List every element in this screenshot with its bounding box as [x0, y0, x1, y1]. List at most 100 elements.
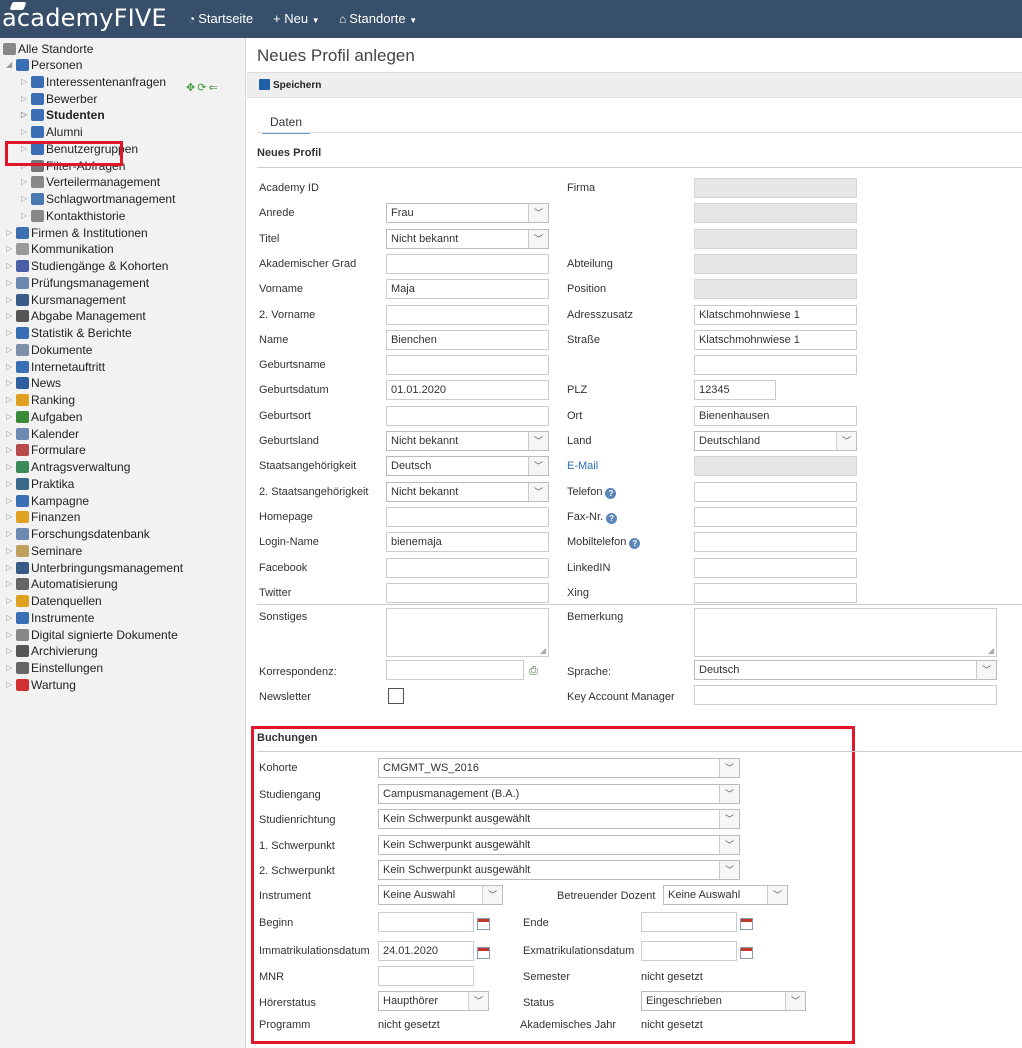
sidebar-item-statistik-berichte[interactable]: ▷ Statistik & Berichte — [6, 325, 132, 341]
sidebar-item-studenten[interactable]: ▷ Studenten — [21, 107, 105, 123]
collapse-arrow-icon[interactable]: ⇐ — [208, 82, 219, 94]
immatrikulation-date-input[interactable]: 24.01.2020 — [378, 941, 474, 961]
profile_left-input[interactable] — [386, 355, 549, 376]
sidebar-item-archivierung[interactable]: ▷ Archivierung — [6, 643, 98, 659]
tree-expand-icon[interactable]: ▷ — [6, 476, 15, 492]
address-book-icon[interactable]: ⎙ — [529, 665, 538, 678]
tree-expand-icon[interactable]: ▷ — [6, 677, 15, 693]
studiengang-select[interactable]: Campusmanagement (B.A.) ﹀ — [378, 784, 740, 804]
tree-expand-icon[interactable]: ▷ — [6, 308, 15, 324]
key-account-input[interactable] — [694, 685, 997, 705]
sidebar-item-interessentenanfragen[interactable]: ▷ Interessentenanfragen — [21, 74, 166, 90]
tree-expand-icon[interactable]: ▷ — [21, 107, 30, 123]
tree-expand-icon[interactable]: ▷ — [6, 359, 15, 375]
profile_left-input[interactable] — [386, 506, 549, 527]
profile_right-input[interactable] — [694, 506, 857, 527]
tree-expand-icon[interactable]: ▷ — [21, 124, 30, 140]
profile_right-input[interactable] — [694, 582, 857, 603]
sidebar-item-kampagne[interactable]: ▷ Kampagne — [6, 493, 89, 509]
tree-expand-icon[interactable]: ▷ — [6, 325, 15, 341]
profile_left-select[interactable]: Deutsch ﹀ — [386, 456, 549, 477]
sidebar-item-wartung[interactable]: ▷ Wartung — [6, 677, 76, 693]
sidebar-item-antragsverwaltung[interactable]: ▷ Antragsverwaltung — [6, 459, 130, 475]
sidebar-item-kontakthistorie[interactable]: ▷ Kontakthistorie — [21, 208, 125, 224]
nav-startseite[interactable]: ◔ Startseite — [188, 11, 253, 26]
profile_left-select[interactable]: Frau ﹀ — [386, 203, 549, 224]
help-icon[interactable]: ? — [606, 512, 618, 524]
tab-daten[interactable]: Daten — [262, 112, 311, 134]
help-icon[interactable]: ? — [605, 487, 617, 499]
profile_left-input[interactable] — [386, 557, 549, 578]
bemerkung-textarea[interactable]: ◢ — [694, 608, 997, 657]
sidebar-item-bewerber[interactable]: ▷ Bewerber — [21, 91, 97, 107]
profile_right-field-label[interactable]: E-Mail — [567, 460, 598, 472]
sonstiges-textarea[interactable]: ◢ — [386, 608, 549, 657]
profile_right-input[interactable]: Klatschmohnwiese 1 — [694, 329, 857, 350]
sidebar-item-abgabe-management[interactable]: ▷ Abgabe Management — [6, 308, 146, 324]
sidebar-item-aufgaben[interactable]: ▷ Aufgaben — [6, 409, 82, 425]
profile_left-input[interactable]: bienemaja — [386, 532, 549, 553]
sidebar-item-automatisierung[interactable]: ▷ Automatisierung — [6, 576, 118, 592]
profile_right-input[interactable]: Klatschmohnwiese 1 — [694, 304, 857, 325]
sidebar-item-unterbringungsmanagement[interactable]: ▷ Unterbringungsmanagement — [6, 560, 183, 576]
tree-expand-icon[interactable]: ▷ — [6, 459, 15, 475]
tree-expand-icon[interactable]: ▷ — [6, 610, 15, 626]
sidebar-item-schlagwortmanagement[interactable]: ▷ Schlagwortmanagement — [21, 191, 175, 207]
mnr-input[interactable] — [378, 966, 474, 986]
resize-grip-icon[interactable]: ◢ — [988, 646, 994, 655]
sidebar-item-alumni[interactable]: ▷ Alumni — [21, 124, 83, 140]
sidebar-item-finanzen[interactable]: ▷ Finanzen — [6, 509, 80, 525]
calendar-icon[interactable] — [477, 918, 490, 930]
save-button[interactable]: Speichern — [259, 79, 321, 91]
instrument-select[interactable]: Keine Auswahl ﹀ — [378, 885, 503, 905]
hoererstatus-select[interactable]: Haupthörer ﹀ — [378, 991, 489, 1011]
tree-expand-icon[interactable]: ▷ — [6, 660, 15, 676]
tree-expand-icon[interactable]: ▷ — [6, 543, 15, 559]
sidebar-item-dokumente[interactable]: ▷ Dokumente — [6, 342, 92, 358]
sidebar-item-forschungsdatenbank[interactable]: ▷ Forschungsdatenbank — [6, 526, 150, 542]
sidebar-item-studiengänge-kohorten[interactable]: ▷ Studiengänge & Kohorten — [6, 258, 168, 274]
ende-date-input[interactable] — [641, 912, 737, 932]
profile_left-input[interactable]: 01.01.2020 — [386, 380, 549, 401]
sidebar-item-internetauftritt[interactable]: ▷ Internetauftritt — [6, 359, 105, 375]
sidebar-item-kalender[interactable]: ▷ Kalender — [6, 426, 79, 442]
profile_right-input[interactable] — [694, 355, 857, 376]
calendar-icon[interactable] — [740, 918, 753, 930]
tree-expand-icon[interactable]: ▷ — [6, 576, 15, 592]
tree-expand-icon[interactable]: ▷ — [21, 74, 30, 90]
tree-expand-icon[interactable]: ▷ — [21, 174, 30, 190]
sidebar-item-kommunikation[interactable]: ▷ Kommunikation — [6, 241, 114, 257]
academyfive-logo[interactable]: academyFIVE — [2, 2, 167, 32]
tree-expand-icon[interactable]: ▷ — [6, 643, 15, 659]
schwerpunkt2-select[interactable]: Kein Schwerpunkt ausgewählt ﹀ — [378, 860, 740, 880]
sidebar-item-instrumente[interactable]: ▷ Instrumente — [6, 610, 94, 626]
profile_left-input[interactable] — [386, 582, 549, 603]
tree-expand-icon[interactable]: ▷ — [6, 493, 15, 509]
sidebar-item-formulare[interactable]: ▷ Formulare — [6, 442, 86, 458]
profile_right-input[interactable]: Bienenhausen — [694, 405, 857, 426]
profile_left-select[interactable]: Nicht bekannt ﹀ — [386, 481, 549, 502]
tree-expand-icon[interactable]: ▷ — [6, 526, 15, 542]
dozent-select[interactable]: Keine Auswahl ﹀ — [663, 885, 788, 905]
sprache-select[interactable]: Deutsch ﹀ — [694, 660, 997, 680]
tree-expand-icon[interactable]: ▷ — [6, 275, 15, 291]
tree-expand-icon[interactable]: ▷ — [6, 509, 15, 525]
profile_right-select[interactable]: Deutschland ﹀ — [694, 431, 857, 451]
tree-expand-icon[interactable]: ▷ — [6, 292, 15, 308]
expand-all-icon[interactable]: ✥ — [186, 82, 197, 94]
profile_left-input[interactable] — [386, 405, 549, 426]
sidebar-item-einstellungen[interactable]: ▷ Einstellungen — [6, 660, 103, 676]
sidebar-item-personen[interactable]: ◢ Personen — [6, 57, 82, 73]
status-select[interactable]: Eingeschrieben ﹀ — [641, 991, 806, 1011]
sidebar-item-kursmanagement[interactable]: ▷ Kursmanagement — [6, 292, 126, 308]
profile_left-input[interactable]: Maja — [386, 279, 549, 300]
profile_left-input[interactable] — [386, 304, 549, 325]
schwerpunkt1-select[interactable]: Kein Schwerpunkt ausgewählt ﹀ — [378, 835, 740, 855]
tree-expand-icon[interactable]: ▷ — [21, 191, 30, 207]
studienrichtung-select[interactable]: Kein Schwerpunkt ausgewählt ﹀ — [378, 809, 740, 829]
exmatrikulation-date-input[interactable] — [641, 941, 737, 961]
profile_left-select[interactable]: Nicht bekannt ﹀ — [386, 228, 549, 249]
tree-expand-icon[interactable]: ▷ — [6, 342, 15, 358]
tree-expand-icon[interactable]: ▷ — [6, 375, 15, 391]
tree-root-all-locations[interactable]: Alle Standorte — [3, 41, 93, 57]
